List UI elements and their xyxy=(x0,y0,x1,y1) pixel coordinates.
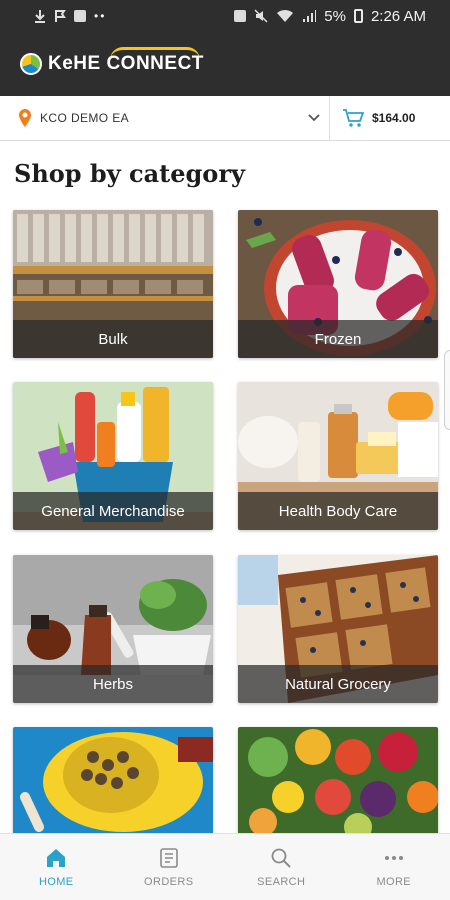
category-tile-produce[interactable] xyxy=(238,727,438,833)
nav-label-search: SEARCH xyxy=(257,876,306,888)
main-content[interactable]: Shop by category Bulk Frozen General Mer… xyxy=(0,141,450,833)
category-label: Natural Grocery xyxy=(238,665,438,703)
cart-icon xyxy=(343,109,364,127)
category-tile-general-merchandise[interactable]: General Merchandise xyxy=(13,382,213,530)
home-icon xyxy=(47,849,66,867)
nav-search[interactable]: SEARCH xyxy=(225,834,338,900)
sim-icon xyxy=(234,10,247,22)
location-name: KCO DEMO EA xyxy=(40,111,130,125)
nav-home[interactable]: HOME xyxy=(0,834,113,900)
status-bar: •• 5% 2:26 AM xyxy=(0,0,450,32)
mute-icon xyxy=(254,9,268,23)
location-cart-bar: KCO DEMO EA $164.00 xyxy=(0,96,450,141)
signal-icon xyxy=(303,10,317,22)
side-panel-handle[interactable] xyxy=(444,350,450,430)
wifi-icon xyxy=(277,9,294,22)
category-tile-health-body-care[interactable]: Health Body Care xyxy=(238,382,438,530)
flag-icon xyxy=(55,10,66,22)
category-label: Frozen xyxy=(238,320,438,358)
cart-total: $164.00 xyxy=(372,111,416,125)
bottom-nav: HOME ORDERS SEARCH MORE xyxy=(0,833,450,900)
download-icon xyxy=(35,10,45,23)
nav-more[interactable]: MORE xyxy=(338,834,450,900)
more-dots-icon: •• xyxy=(94,9,107,23)
page-title: Shop by category xyxy=(14,159,245,188)
logo-text: KeHE CONNECT xyxy=(48,47,204,74)
battery-icon xyxy=(353,9,363,23)
category-tile-natural-grocery[interactable]: Natural Grocery xyxy=(238,555,438,703)
category-label: Health Body Care xyxy=(238,492,438,530)
app-header: KeHE CONNECT xyxy=(0,32,450,96)
nav-label-more: MORE xyxy=(376,876,412,888)
nav-label-home: HOME xyxy=(38,876,74,888)
nav-label-orders: ORDERS xyxy=(144,876,194,888)
location-selector[interactable]: KCO DEMO EA xyxy=(0,96,330,140)
pet-food-image xyxy=(13,727,213,833)
kehe-logo: KeHE CONNECT xyxy=(20,47,204,75)
category-tile-pet[interactable] xyxy=(13,727,213,833)
orders-icon xyxy=(159,848,178,868)
more-icon xyxy=(384,856,403,860)
chevron-down-icon xyxy=(308,114,320,122)
category-tile-bulk[interactable]: Bulk xyxy=(13,210,213,358)
status-time: 2:26 AM xyxy=(370,7,426,25)
image-icon xyxy=(74,10,86,22)
nav-orders[interactable]: ORDERS xyxy=(113,834,226,900)
category-label: General Merchandise xyxy=(13,492,213,530)
search-icon xyxy=(271,848,291,868)
status-right-icons: 5% 2:26 AM xyxy=(234,8,426,25)
battery-percent: 5% xyxy=(324,7,346,25)
category-tile-frozen[interactable]: Frozen xyxy=(238,210,438,358)
cart-button[interactable]: $164.00 xyxy=(330,96,450,140)
category-tile-herbs[interactable]: Herbs xyxy=(13,555,213,703)
produce-image xyxy=(238,727,438,833)
status-left-icons: •• xyxy=(34,9,106,23)
category-label: Bulk xyxy=(13,320,213,358)
logo-globe-icon xyxy=(20,53,42,75)
pin-icon xyxy=(19,109,31,127)
category-label: Herbs xyxy=(13,665,213,703)
